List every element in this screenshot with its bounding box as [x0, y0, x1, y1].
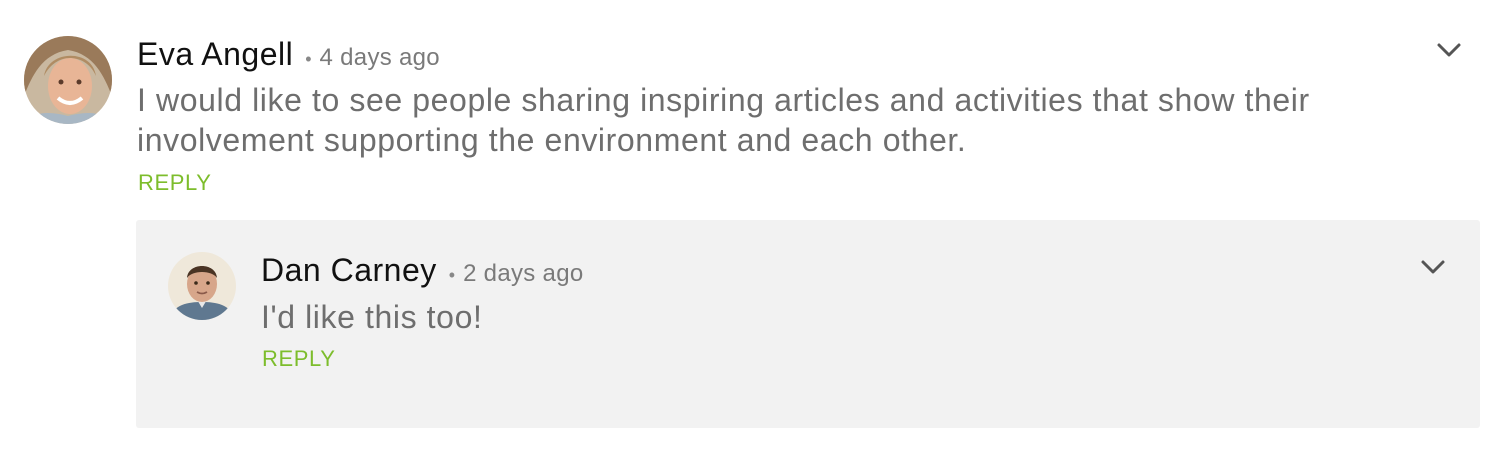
- author-name[interactable]: Eva Angell: [137, 36, 293, 73]
- comment-timestamp: 4 days ago: [319, 44, 440, 71]
- reply-meta-separator: •: [448, 265, 456, 285]
- reply-button[interactable]: REPLY: [262, 346, 336, 372]
- reply-author-name[interactable]: Dan Carney: [261, 252, 437, 289]
- chevron-down-icon[interactable]: [1419, 257, 1447, 277]
- reply-timestamp: 2 days ago: [463, 260, 584, 287]
- comment-header: Eva Angell • 4 days ago: [137, 36, 440, 73]
- reply-header: Dan Carney • 2 days ago: [261, 252, 583, 289]
- chevron-down-icon[interactable]: [1435, 40, 1463, 60]
- reply-button[interactable]: REPLY: [138, 170, 212, 196]
- reply-body: I'd like this too!: [261, 299, 483, 335]
- meta-separator: •: [305, 49, 312, 69]
- avatar-eva[interactable]: [24, 36, 112, 124]
- comment-body-line-1: I would like to see people sharing inspi…: [137, 82, 1310, 118]
- avatar-dan[interactable]: [168, 252, 236, 320]
- comment: Eva Angell • 4 days ago I would like to …: [0, 0, 1506, 210]
- reply-thread: Dan Carney • 2 days ago I'd like this to…: [136, 220, 1480, 428]
- comment-body-line-2: involvement supporting the environment a…: [137, 122, 967, 158]
